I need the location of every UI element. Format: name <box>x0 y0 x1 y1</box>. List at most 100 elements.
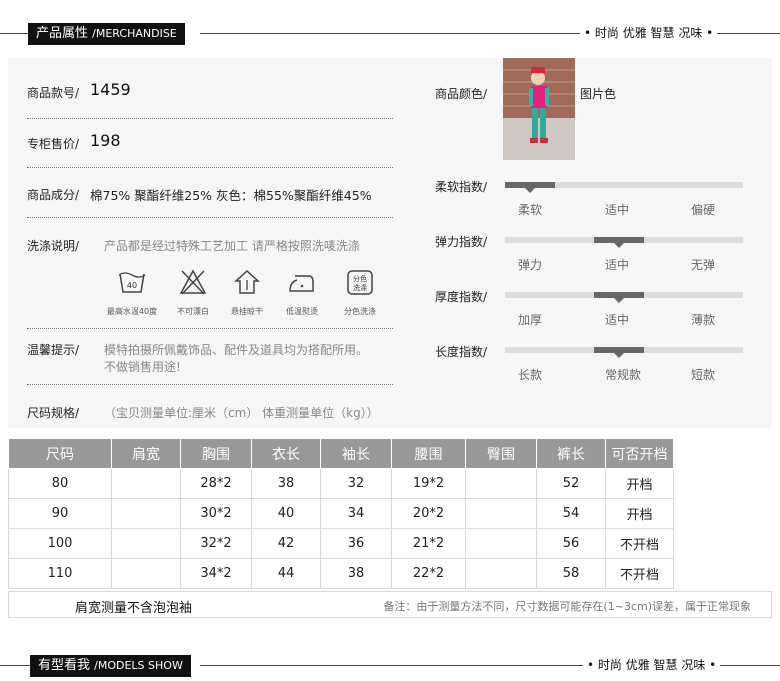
color-label: 商品颜色/ <box>435 87 488 101</box>
index-marker-pointer <box>525 188 535 193</box>
size-note-left: 肩宽测量不含泡泡袖 <box>75 601 193 616</box>
color-value: 图片色 <box>580 87 617 101</box>
size-note-row: 肩宽测量不含泡泡袖 备注：由于测量方法不同，尺寸数据可能存在(1~3cm)误差，… <box>8 591 772 618</box>
table-row: 90 30*2 40 34 20*2 54 开档 <box>8 498 674 529</box>
merchandise-title: 产品属性 <box>36 26 89 41</box>
composition-value: 棉75% 聚酯纤维25% 灰色：棉55%聚酯纤维45% <box>90 188 372 203</box>
low-iron-icon <box>287 268 317 296</box>
merchandise-slogan: • 时尚 优雅 智慧 况味 • <box>580 24 718 41</box>
models-show-title-tag: 有型看我 /MODELS SHOW <box>30 655 191 677</box>
size-table-cell: 20*2 <box>391 498 466 529</box>
size-table-cell: 19*2 <box>391 468 466 499</box>
wash-40-icon: 40 <box>117 268 147 296</box>
index-marker-pointer <box>614 298 624 303</box>
size-table-header-cell: 衣长 <box>251 438 321 469</box>
size-table-header-cell: 胸围 <box>180 438 252 469</box>
size-table-cell: 90 <box>8 498 112 529</box>
size-table-cell: 56 <box>536 528 606 559</box>
style-no-label: 商品款号/ <box>27 86 80 100</box>
product-photo <box>503 58 575 160</box>
size-table-header-cell: 肩宽 <box>111 438 181 469</box>
hang-dry-icon <box>232 268 262 296</box>
index-option: 柔软 <box>518 203 543 217</box>
price-value: 198 <box>90 131 121 150</box>
size-table-cell: 52 <box>536 468 606 499</box>
tip-text-1: 模特拍摄所佩戴饰品、配件及道具均为搭配所用。 <box>104 343 369 357</box>
size-table-cell: 38 <box>251 468 321 499</box>
size-table-cell: 开档 <box>605 468 674 499</box>
index-option: 常规款 <box>605 368 642 382</box>
size-table-cell: 不开档 <box>605 558 674 589</box>
size-table-header-cell: 可否开档 <box>605 438 674 469</box>
index-scale <box>505 292 743 303</box>
size-table-cell: 开档 <box>605 498 674 529</box>
tip-text-2: 不做销售用途! <box>104 360 181 374</box>
size-table-cell: 22*2 <box>391 558 466 589</box>
models-show-slogan: • 时尚 优雅 智慧 况味 • <box>583 656 721 673</box>
size-note-right: 备注：由于测量方法不同，尺寸数据可能存在(1~3cm)误差，属于正常现象 <box>383 600 751 613</box>
svg-text:分色: 分色 <box>353 274 367 283</box>
size-table-cell: 54 <box>536 498 606 529</box>
index-option: 薄款 <box>691 313 716 327</box>
index-option: 弹力 <box>518 258 543 272</box>
size-table-cell <box>465 558 537 589</box>
divider <box>27 118 393 119</box>
size-table-header-cell: 裤长 <box>536 438 606 469</box>
models-show-header: 有型看我 /MODELS SHOW • 时尚 优雅 智慧 况味 • <box>0 651 780 681</box>
size-table-cell: 34 <box>320 498 392 529</box>
size-spec-note: （宝贝测量单位:厘米（cm） 体重测量单位（kg）） <box>104 406 379 420</box>
size-table-cell: 32 <box>320 468 392 499</box>
index-option: 适中 <box>605 258 630 272</box>
svg-text:洗涤: 洗涤 <box>353 283 367 292</box>
size-table-cell: 38 <box>320 558 392 589</box>
index-option: 偏硬 <box>691 203 716 217</box>
size-table-cell: 36 <box>320 528 392 559</box>
size-spec-label: 尺码规格/ <box>27 406 80 420</box>
size-table-cell: 44 <box>251 558 321 589</box>
index-marker-pointer <box>614 353 624 358</box>
separate-wash-caption: 分色洗涤 <box>344 307 376 316</box>
size-table-cell <box>465 468 537 499</box>
size-table-header: 尺码 肩宽 胸围 衣长 袖长 腰围 臀围 裤长 可否开档 <box>8 438 674 469</box>
size-table-cell: 28*2 <box>180 468 252 499</box>
divider <box>27 217 393 218</box>
index-option: 加厚 <box>518 313 543 327</box>
index-option: 短款 <box>691 368 716 382</box>
size-table-header-cell: 腰围 <box>391 438 466 469</box>
index-option: 适中 <box>605 313 630 327</box>
size-table-cell <box>111 498 181 529</box>
index-scale <box>505 347 743 358</box>
wash-label: 洗涤说明/ <box>27 239 80 253</box>
size-table-body: 80 28*2 38 32 19*2 52 开档 90 30*2 40 34 20*2 54 开档 100 3… <box>8 468 674 589</box>
size-table-cell: 21*2 <box>391 528 466 559</box>
size-table-cell <box>465 498 537 529</box>
index-marker-pointer <box>614 243 624 248</box>
size-table-header-cell: 袖长 <box>320 438 392 469</box>
size-table-cell: 80 <box>8 468 112 499</box>
no-bleach-icon <box>178 268 208 296</box>
size-table-cell: 40 <box>251 498 321 529</box>
size-table-header-cell: 臀围 <box>465 438 537 469</box>
price-label: 专柜售价/ <box>27 137 80 151</box>
index-label: 柔软指数/ <box>435 180 488 194</box>
index-scale <box>505 237 743 248</box>
size-table-cell: 32*2 <box>180 528 252 559</box>
separate-wash-icon: 分色 洗涤 <box>345 268 375 296</box>
index-option: 长款 <box>518 368 543 382</box>
size-table-cell <box>111 468 181 499</box>
table-row: 80 28*2 38 32 19*2 52 开档 <box>8 468 674 499</box>
merchandise-subtitle: /MERCHANDISE <box>92 27 177 40</box>
size-table-cell <box>111 528 181 559</box>
size-table-cell: 100 <box>8 528 112 559</box>
divider <box>27 167 393 168</box>
table-row: 100 32*2 42 36 21*2 56 不开档 <box>8 528 674 559</box>
size-table-header-cell: 尺码 <box>8 438 112 469</box>
models-show-title: 有型看我 <box>38 658 91 673</box>
merchandise-header: 产品属性 /MERCHANDISE • 时尚 优雅 智慧 况味 • <box>0 19 780 49</box>
size-table-cell <box>465 528 537 559</box>
size-table: 尺码 肩宽 胸围 衣长 袖长 腰围 臀围 裤长 可否开档 80 28*2 38 32 19*2 52 开档 9… <box>8 438 674 589</box>
size-table-cell: 不开档 <box>605 528 674 559</box>
size-table-cell: 58 <box>536 558 606 589</box>
size-table-cell: 30*2 <box>180 498 252 529</box>
merchandise-title-tag: 产品属性 /MERCHANDISE <box>28 23 185 45</box>
